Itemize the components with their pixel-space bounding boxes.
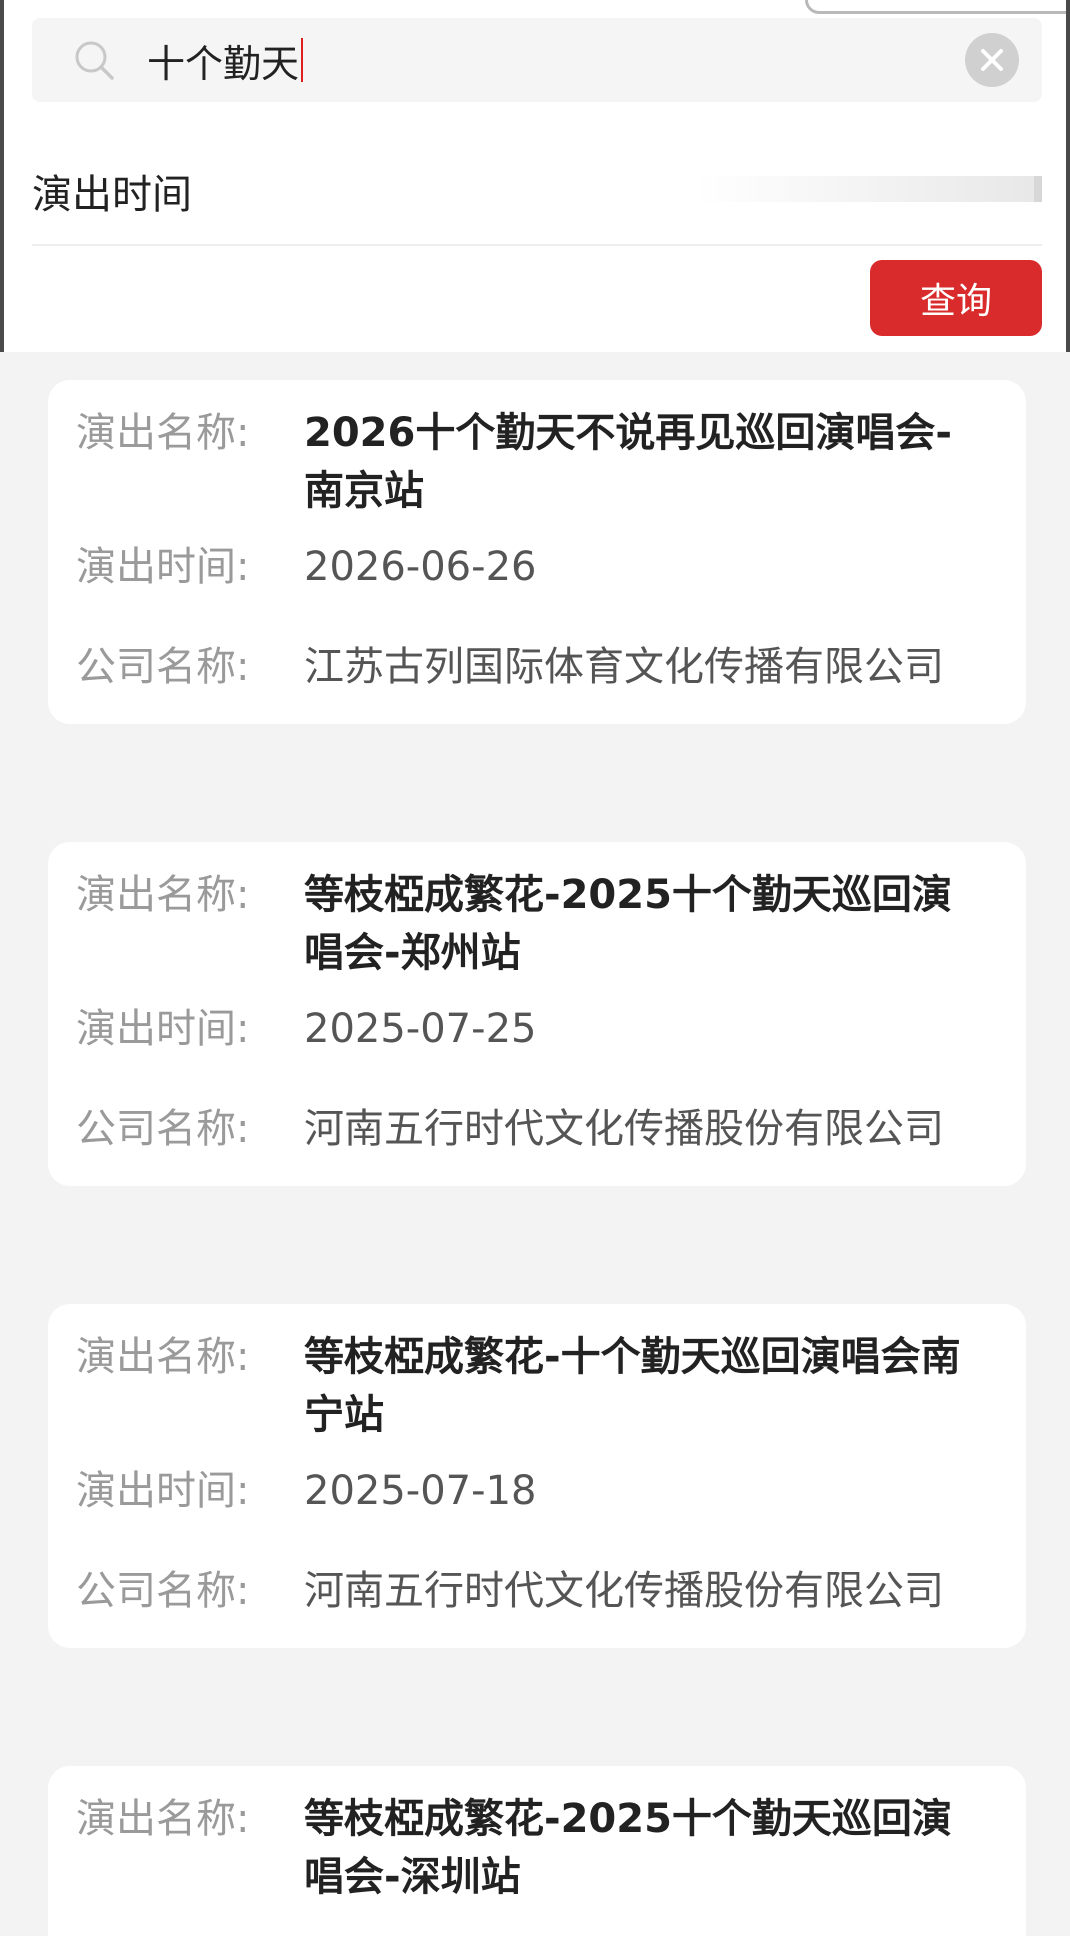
company-name: 河南五行时代文化传播股份有限公司: [304, 1568, 944, 1614]
result-card[interactable]: 演出名称: 2026十个勤天不说再见巡回演唱会-南京站 演出时间: 2026-0…: [48, 380, 1026, 724]
clear-icon[interactable]: [964, 32, 1020, 88]
search-icon: [75, 41, 114, 80]
company-label: 公司名称:: [76, 644, 250, 690]
performance-name: 等枝椏成繁花-十个勤天巡回演唱会南宁站: [304, 1334, 961, 1438]
time-label: 演出时间:: [76, 544, 250, 590]
search-input[interactable]: 十个勤天: [147, 30, 937, 90]
query-button[interactable]: 查询: [870, 260, 1042, 336]
panel-right-edge: [1066, 0, 1070, 352]
time-row: 演出时间: 2026-06-26: [76, 538, 990, 596]
name-row: 演出名称: 等枝椏成繁花-十个勤天巡回演唱会南宁站: [76, 1328, 990, 1444]
time-label: 演出时间:: [76, 1468, 250, 1514]
search-query-text: 十个勤天: [147, 41, 300, 86]
name-label: 演出名称:: [76, 1796, 250, 1842]
time-label: 演出时间:: [76, 1006, 250, 1052]
company-name: 江苏古列国际体育文化传播有限公司: [304, 644, 944, 690]
performance-name: 等枝椏成繁花-2025十个勤天巡回演唱会-郑州站: [304, 872, 952, 976]
search-box[interactable]: 十个勤天: [32, 18, 1042, 102]
name-label: 演出名称:: [76, 872, 250, 918]
company-name: 河南五行时代文化传播股份有限公司: [304, 1106, 944, 1152]
performance-time-filter[interactable]: 演出时间: [32, 140, 1042, 246]
time-row: 演出时间: 2025-07-25: [76, 1000, 990, 1058]
sheet-handle[interactable]: [805, 0, 1070, 14]
company-row: 公司名称: 江苏古列国际体育文化传播有限公司: [76, 638, 990, 696]
time-row: 演出时间: 2025-07-18: [76, 1462, 990, 1520]
company-row: 公司名称: 河南五行时代文化传播股份有限公司: [76, 1100, 990, 1158]
performance-date: 2025-07-18: [304, 1468, 537, 1514]
date-picker-field[interactable]: [694, 176, 1042, 202]
performance-date: 2025-07-25: [304, 1006, 537, 1052]
name-row: 演出名称: 等枝椏成繁花-2025十个勤天巡回演唱会-郑州站: [76, 866, 990, 982]
name-label: 演出名称:: [76, 1334, 250, 1380]
text-caret: [301, 38, 304, 82]
performance-name: 2026十个勤天不说再见巡回演唱会-南京站: [304, 410, 952, 514]
result-card[interactable]: 演出名称: 等枝椏成繁花-2025十个勤天巡回演唱会-深圳站: [48, 1766, 1026, 1936]
panel-left-edge: [0, 0, 4, 352]
result-card[interactable]: 演出名称: 等枝椏成繁花-十个勤天巡回演唱会南宁站 演出时间: 2025-07-…: [48, 1304, 1026, 1648]
company-label: 公司名称:: [76, 1568, 250, 1614]
name-row: 演出名称: 2026十个勤天不说再见巡回演唱会-南京站: [76, 404, 990, 520]
search-panel: 十个勤天 演出时间 查询: [0, 0, 1070, 352]
filter-label: 演出时间: [32, 172, 192, 218]
performance-name: 等枝椏成繁花-2025十个勤天巡回演唱会-深圳站: [304, 1796, 952, 1900]
company-label: 公司名称:: [76, 1106, 250, 1152]
result-card[interactable]: 演出名称: 等枝椏成繁花-2025十个勤天巡回演唱会-郑州站 演出时间: 202…: [48, 842, 1026, 1186]
name-row: 演出名称: 等枝椏成繁花-2025十个勤天巡回演唱会-深圳站: [76, 1790, 990, 1906]
performance-date: 2026-06-26: [304, 544, 537, 590]
company-row: 公司名称: 河南五行时代文化传播股份有限公司: [76, 1562, 990, 1620]
name-label: 演出名称:: [76, 410, 250, 456]
